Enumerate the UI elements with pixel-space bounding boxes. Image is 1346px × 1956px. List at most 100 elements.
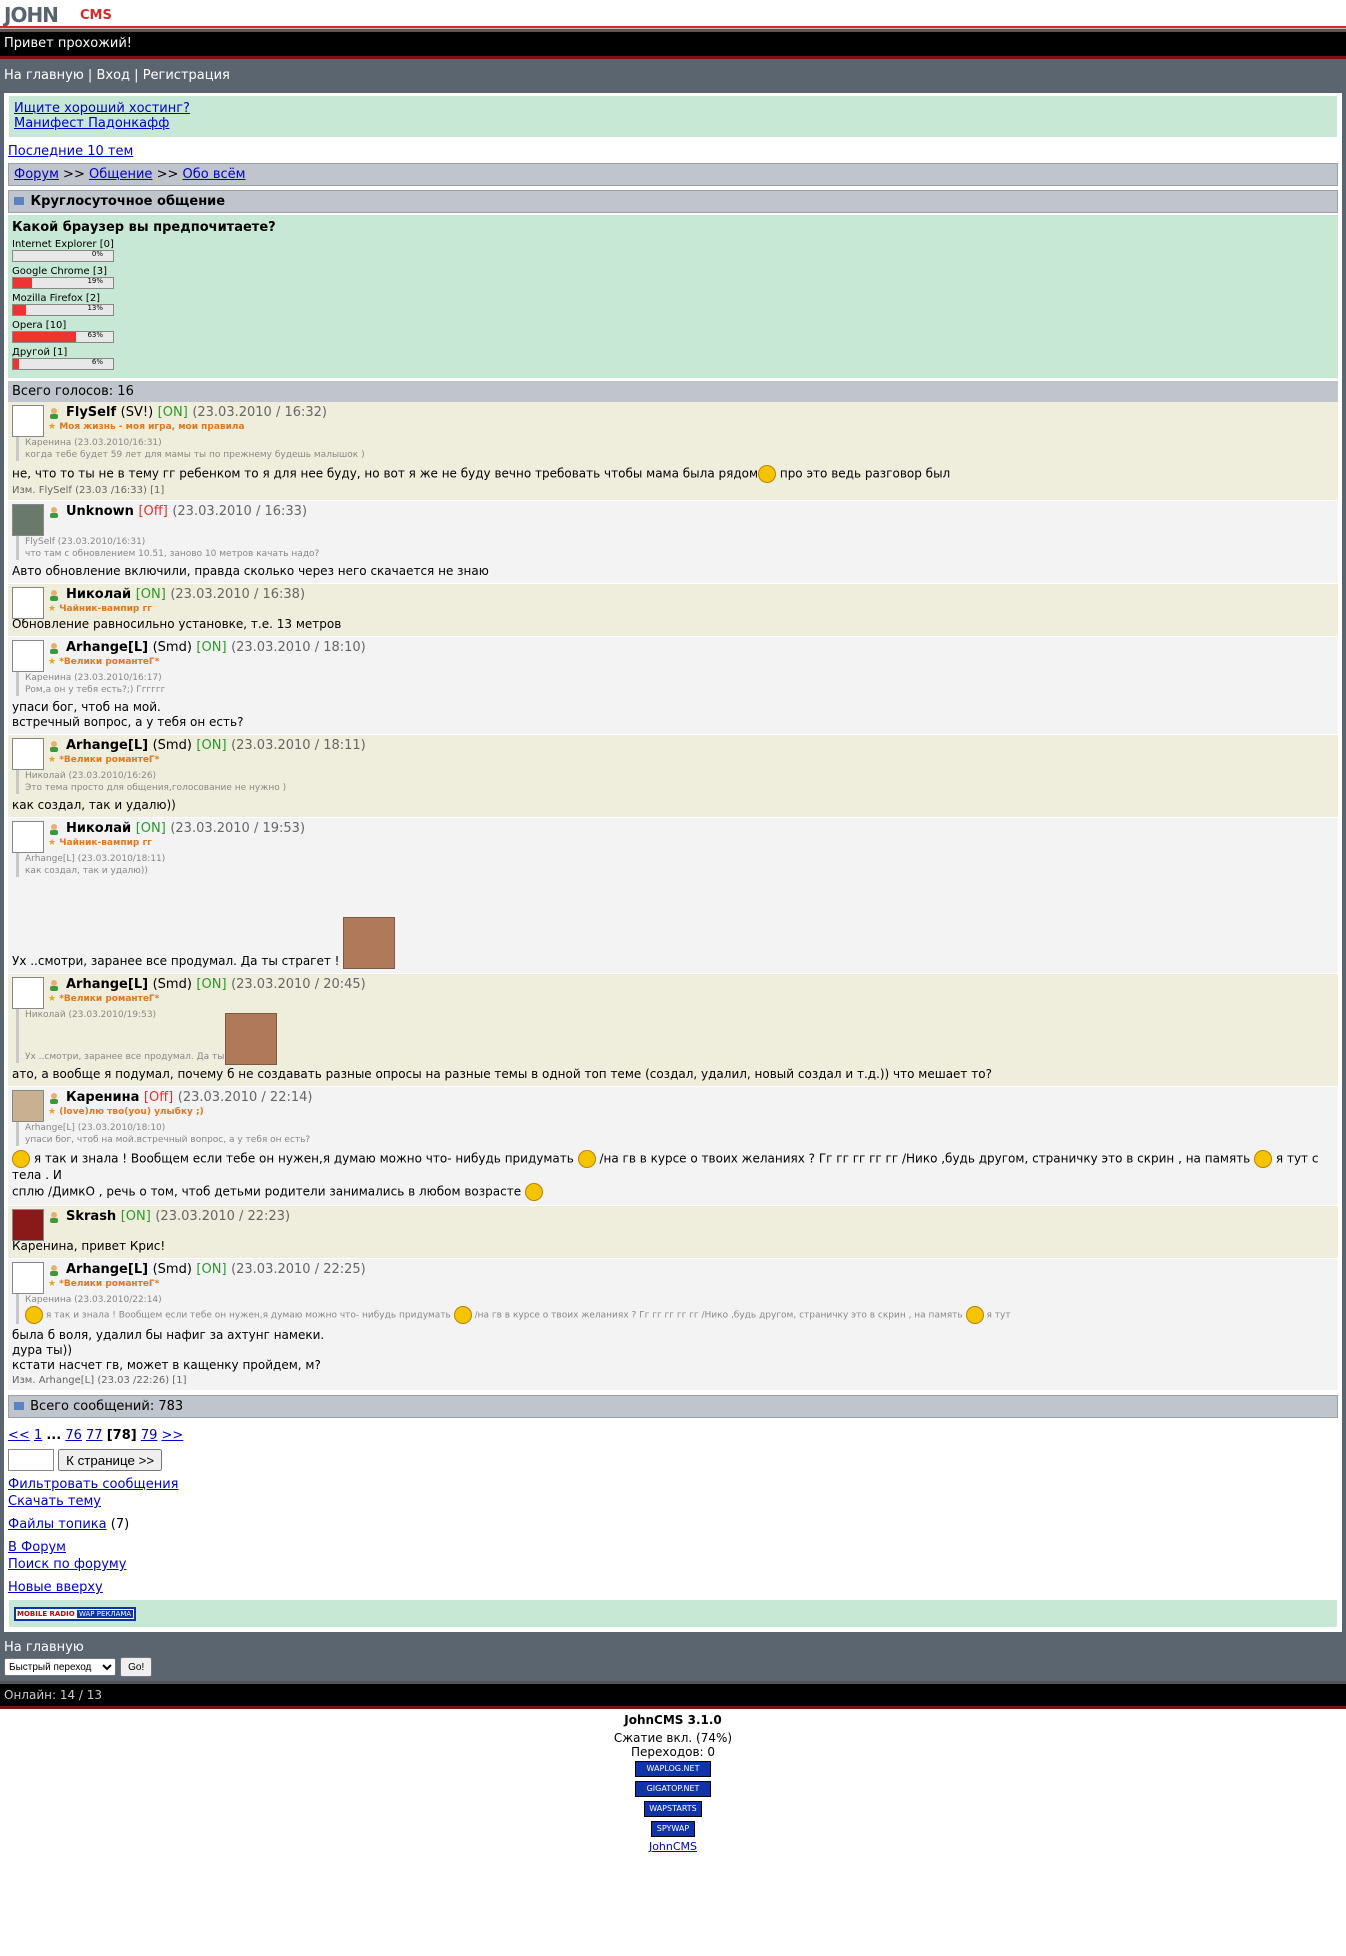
nav-home[interactable]: На главную: [4, 68, 84, 83]
ad-link-hosting[interactable]: Ищите хороший хостинг?: [14, 101, 190, 116]
page-prev[interactable]: <<: [8, 1428, 30, 1443]
post-author[interactable]: Николай [ON] (23.03.2010 / 16:38): [66, 587, 305, 602]
download-link[interactable]: Скачать тему: [8, 1494, 101, 1509]
main-wrapper: Ищите хороший хостинг? Манифест Падонкаф…: [0, 93, 1346, 1636]
page-footer: JohnCMS 3.1.0 Сжатие вкл. (74%) Переходо…: [0, 1709, 1346, 1853]
post-time: (23.03.2010 / 16:33): [172, 504, 308, 519]
avatar[interactable]: [12, 1262, 44, 1294]
forum-post: Skrash [ON] (23.03.2010 / 22:23) Каренина…: [8, 1206, 1338, 1259]
post-author[interactable]: Arhange[L] (Smd) [ON] (23.03.2010 / 20:4…: [66, 977, 366, 992]
avatar[interactable]: [12, 405, 44, 437]
star-icon: ★: [48, 1279, 57, 1289]
go-button[interactable]: Go!: [120, 1657, 153, 1677]
site-logo[interactable]: JOHN CMS: [0, 0, 1346, 29]
counter-gigatop[interactable]: GIGATOP.NET: [635, 1781, 711, 1797]
wap-banner[interactable]: MOBILE RADIO WAP РЕКЛАМА: [14, 1607, 137, 1621]
greeting-text: Привет прохожий!: [4, 36, 133, 51]
user-icon: [48, 589, 60, 601]
quick-jump-select[interactable]: Быстрый переход: [4, 1658, 116, 1676]
user-icon: [48, 1092, 60, 1104]
footer-nav: На главную Быстрый переход Go!: [0, 1636, 1346, 1681]
arrow-down-icon[interactable]: [14, 197, 24, 205]
avatar[interactable]: [12, 1209, 44, 1241]
post-quote: Arhange[L] (23.03.2010/18:11) как создал,…: [16, 853, 1334, 877]
counter-waplog[interactable]: WAPLOG.NET: [635, 1761, 711, 1777]
ad-link-manifest[interactable]: Манифест Падонкафф: [14, 116, 169, 131]
post-author[interactable]: Каренина [Off] (23.03.2010 / 22:14): [66, 1090, 312, 1105]
avatar[interactable]: [12, 738, 44, 770]
counter-wapstarts[interactable]: WAPSTARTS: [644, 1801, 702, 1817]
avatar[interactable]: [12, 1090, 44, 1122]
last-topics-link[interactable]: Последние 10 тем: [8, 144, 133, 159]
post-author[interactable]: Arhange[L] (Smd) [ON] (23.03.2010 / 22:2…: [66, 1262, 366, 1277]
forum-post: Arhange[L] (Smd) [ON] (23.03.2010 / 18:1…: [8, 637, 1338, 735]
files-link[interactable]: Файлы топика: [8, 1517, 107, 1532]
page-79[interactable]: 79: [141, 1428, 158, 1443]
page-next[interactable]: >>: [162, 1428, 184, 1443]
post-author[interactable]: Unknown [Off] (23.03.2010 / 16:33): [66, 504, 307, 519]
breadcrumb-general[interactable]: Общение: [89, 167, 152, 182]
poll-bar: 13%: [12, 304, 114, 316]
quote-header: Каренина (23.03.2010/16:17): [25, 673, 162, 683]
counter-spywap[interactable]: SPYWAP: [651, 1821, 695, 1837]
user-status-line: ★ Моя жизнь - моя игра, мои правила: [48, 422, 245, 432]
breadcrumb-section[interactable]: Обо всём: [183, 167, 246, 182]
search-forum-link[interactable]: Поиск по форуму: [8, 1557, 126, 1572]
poll-question: Какой браузер вы предпочитаете?: [12, 220, 276, 235]
to-forum-link[interactable]: В Форум: [8, 1540, 66, 1555]
user-icon: [48, 1211, 60, 1223]
new-on-top-link[interactable]: Новые вверху: [8, 1580, 103, 1595]
avatar[interactable]: [12, 504, 44, 536]
user-icon: [48, 407, 60, 419]
post-text: Обновление равносильно установке, т.е. 1…: [12, 617, 342, 631]
banner-block: MOBILE RADIO WAP РЕКЛАМА: [8, 1599, 1338, 1628]
poll-percent: 19%: [87, 277, 103, 285]
online-status: [ON]: [135, 587, 166, 602]
avatar[interactable]: [12, 587, 44, 619]
transitions-info: Переходов: 0: [630, 1745, 716, 1759]
post-author[interactable]: Skrash [ON] (23.03.2010 / 22:23): [66, 1209, 290, 1224]
poll-percent: 13%: [87, 304, 103, 312]
breadcrumb-forum[interactable]: Форум: [14, 167, 59, 182]
logo-cms: CMS: [80, 8, 112, 23]
nav-register[interactable]: Регистрация: [143, 68, 230, 83]
user-status-line: ★ *Велики романтеГ*: [48, 755, 160, 765]
smiley-icon: [1254, 1150, 1273, 1168]
banner-text-b: WAP РЕКЛАМА: [76, 1610, 134, 1618]
page-76[interactable]: 76: [65, 1428, 82, 1443]
page-1[interactable]: 1: [34, 1428, 42, 1443]
smiley-icon: [25, 1306, 43, 1324]
avatar[interactable]: [12, 977, 44, 1009]
arrow-up-icon[interactable]: [14, 1402, 24, 1410]
quote-body: Это тема просто для общения,голосование …: [25, 783, 287, 793]
banner-text-a: MOBILE RADIO: [17, 1610, 75, 1618]
user-status-line: ★ *Велики романтеГ*: [48, 994, 160, 1004]
post-author[interactable]: FlySelf (SV!) [ON] (23.03.2010 / 16:32): [66, 405, 327, 420]
page-77[interactable]: 77: [86, 1428, 103, 1443]
post-author[interactable]: Arhange[L] (Smd) [ON] (23.03.2010 / 18:1…: [66, 640, 366, 655]
johncms-link[interactable]: JohnCMS: [649, 1840, 697, 1853]
avatar[interactable]: [12, 821, 44, 853]
footer-home[interactable]: На главную: [4, 1640, 1342, 1655]
avatar[interactable]: [12, 640, 44, 672]
forum-post: Arhange[L] (Smd) [ON] (23.03.2010 / 22:2…: [8, 1259, 1338, 1391]
page-number-input[interactable]: [8, 1449, 54, 1471]
poll-bar-fill: [13, 359, 19, 369]
star-icon: ★: [48, 994, 57, 1004]
poll-option: Google Chrome [3] 19%: [12, 266, 1334, 289]
post-author[interactable]: Arhange[L] (Smd) [ON] (23.03.2010 / 18:1…: [66, 738, 366, 753]
post-quote: Каренина (23.03.2010/16:31) когда тебе бу…: [16, 437, 1334, 461]
user-status-line: ★ Чайник-вампир гг: [48, 838, 152, 848]
post-edit-info: Изм. Arhange[L] (23.03 /22:26) [1]: [12, 1375, 187, 1386]
filter-link[interactable]: Фильтровать сообщения: [8, 1477, 178, 1492]
post-author[interactable]: Николай [ON] (23.03.2010 / 19:53): [66, 821, 305, 836]
post-text: я так и знала ! Вообщем если тебе он нуж…: [12, 1150, 1334, 1201]
post-text: как создал, так и удалю)): [12, 798, 176, 812]
nav-login[interactable]: Вход: [96, 68, 130, 83]
post-quote: Каренина (23.03.2010/22:14) я так и знал…: [16, 1294, 1334, 1324]
online-status: [ON]: [135, 821, 166, 836]
quote-body: упаси бог, чтоб на мой.встречный вопрос,…: [25, 1135, 311, 1145]
goto-page-button[interactable]: К странице >>: [58, 1449, 163, 1471]
user-status-line: ★ Чайник-вампир гг: [48, 604, 152, 614]
star-icon: ★: [48, 657, 57, 667]
